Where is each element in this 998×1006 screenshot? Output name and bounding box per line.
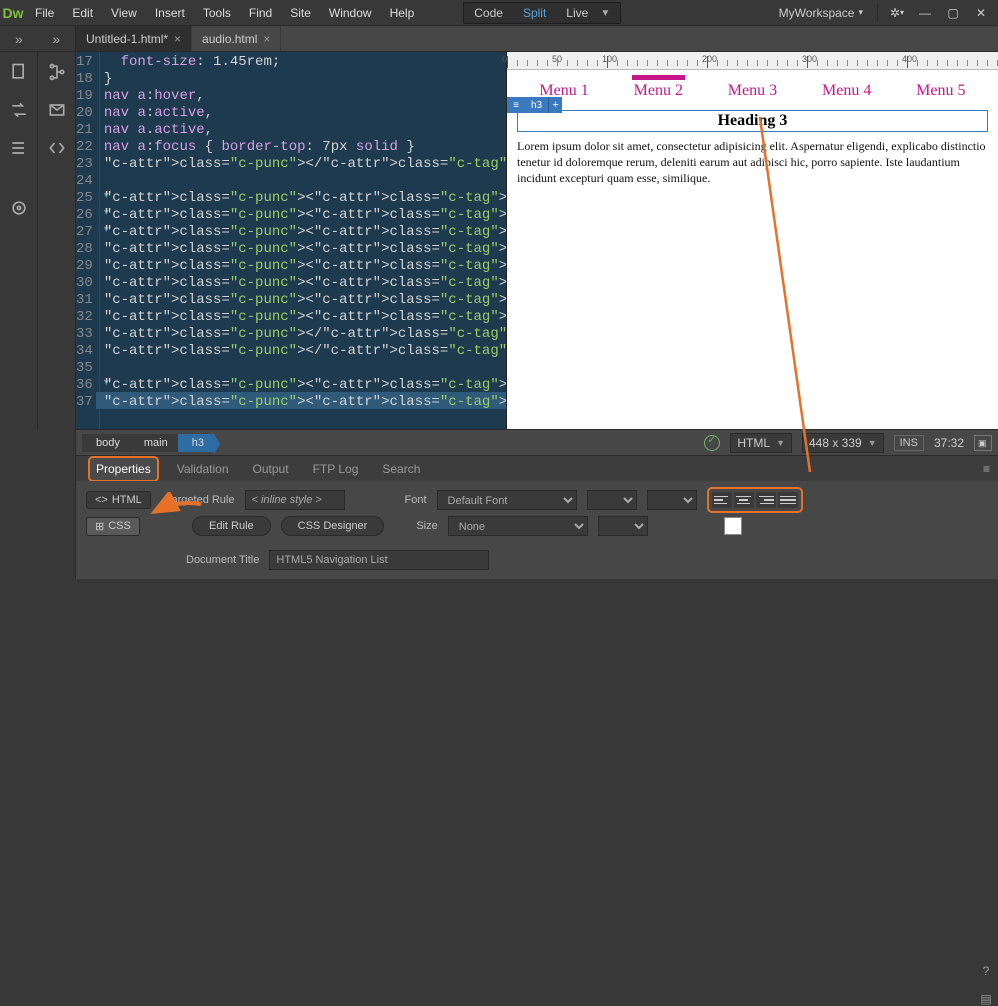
align-center-button[interactable] <box>734 492 754 508</box>
breadcrumb-item[interactable]: body <box>82 434 130 452</box>
font-style-dropdown[interactable] <box>587 490 637 510</box>
font-label: Font <box>405 494 427 506</box>
element-selector-badge[interactable]: ≡ h3 + <box>507 97 562 113</box>
menu-bar: Dw FileEditViewInsertToolsFindSiteWindow… <box>0 0 998 26</box>
sync-settings-icon[interactable]: ✲▾ <box>884 3 910 23</box>
menu-view[interactable]: View <box>102 0 146 26</box>
panel-options-icon[interactable]: ▤ <box>980 992 991 1006</box>
font-weight-dropdown[interactable] <box>647 490 697 510</box>
menu-window[interactable]: Window <box>320 0 381 26</box>
bottom-panel-tabs: PropertiesValidationOutputFTP LogSearch … <box>76 455 998 481</box>
help-icon[interactable]: ? <box>983 964 990 978</box>
view-live[interactable]: Live <box>556 6 598 20</box>
menu-edit[interactable]: Edit <box>63 0 102 26</box>
preview-heading[interactable]: Heading 3 <box>517 110 988 132</box>
panel-tab-ftp-log[interactable]: FTP Log <box>307 458 365 480</box>
insert-mode-indicator[interactable]: INS <box>894 435 924 451</box>
css-designer-button[interactable]: CSS Designer <box>281 516 385 536</box>
align-left-button[interactable] <box>712 492 732 508</box>
status-bar: bodymainh3 HTML▼ 448 x 339▼ INS 37:32 ▣ <box>76 429 998 455</box>
font-size-dropdown[interactable]: None <box>448 516 588 536</box>
menu-tools[interactable]: Tools <box>194 0 240 26</box>
no-errors-icon[interactable] <box>704 435 720 451</box>
breadcrumb-item[interactable]: main <box>130 434 178 452</box>
document-title-label: Document Title <box>186 554 259 566</box>
preview-nav[interactable]: Menu 1Menu 2Menu 3Menu 4Menu 5 <box>517 78 988 110</box>
dom-tree-icon[interactable] <box>47 62 67 82</box>
left-rail-2 <box>38 52 76 429</box>
document-tab[interactable]: audio.html× <box>192 26 281 51</box>
code-editor[interactable]: 1718192021222324252627282930313233343536… <box>76 52 506 429</box>
plus-icon[interactable]: + <box>548 97 562 113</box>
preview-nav-item[interactable]: Menu 4 <box>822 82 871 100</box>
html-mode-button[interactable]: <> HTML <box>86 491 151 509</box>
panel-tab-properties[interactable]: Properties <box>88 456 159 482</box>
color-swatch[interactable] <box>724 517 742 535</box>
list-icon[interactable] <box>9 138 29 158</box>
panel-tab-search[interactable]: Search <box>376 458 426 480</box>
assets-icon[interactable] <box>47 100 67 120</box>
chevron-down-icon: ▾ <box>858 7 863 18</box>
targeted-rule-field[interactable] <box>245 490 345 510</box>
target-icon[interactable] <box>9 198 29 218</box>
app-logo: Dw <box>0 0 26 25</box>
preview-in-browser-icon[interactable]: ▣ <box>974 435 992 451</box>
live-preview[interactable]: 050100200300400 ≡ h3 + Menu 1Menu 2Menu … <box>506 52 998 429</box>
menu-help[interactable]: Help <box>381 0 424 26</box>
files-icon[interactable] <box>9 62 29 82</box>
language-dropdown[interactable]: HTML▼ <box>730 433 792 453</box>
preview-paragraph: Lorem ipsum dolor sit amet, consectetur … <box>517 138 988 187</box>
close-icon[interactable]: × <box>174 32 181 46</box>
edit-rule-button[interactable]: Edit Rule <box>192 516 271 536</box>
main-menu: FileEditViewInsertToolsFindSiteWindowHel… <box>26 0 423 25</box>
tag-selector-breadcrumb[interactable]: bodymainh3 <box>82 434 214 452</box>
breadcrumb-item[interactable]: h3 <box>178 434 214 452</box>
size-unit-dropdown[interactable] <box>598 516 648 536</box>
view-split[interactable]: Split <box>513 6 556 20</box>
swap-icon[interactable] <box>9 100 29 120</box>
hamburger-icon[interactable]: ≡ <box>507 97 525 113</box>
css-mode-button[interactable]: ⊞ CSS <box>86 517 140 536</box>
align-justify-button[interactable] <box>778 492 798 508</box>
workspace-label: MyWorkspace <box>779 6 855 20</box>
view-switch[interactable]: Code Split Live ▼ <box>463 2 621 24</box>
close-button[interactable]: ✕ <box>968 3 994 23</box>
panel-menu-icon[interactable]: ≡ <box>983 462 990 476</box>
size-label: Size <box>416 520 437 532</box>
panel-tab-output[interactable]: Output <box>247 458 295 480</box>
time-indicator: 37:32 <box>934 436 964 450</box>
view-code[interactable]: Code <box>464 6 513 20</box>
panel-tab-validation[interactable]: Validation <box>171 458 235 480</box>
menu-find[interactable]: Find <box>240 0 281 26</box>
targeted-rule-label: Targeted Rule <box>166 494 235 506</box>
properties-panel: <> HTML Targeted Rule Font Default Font … <box>76 481 998 579</box>
document-tab[interactable]: Untitled-1.html*× <box>76 26 192 51</box>
menu-insert[interactable]: Insert <box>146 0 194 26</box>
rail-toggle-icon[interactable]: » <box>38 26 76 51</box>
horizontal-ruler: 050100200300400 <box>507 52 998 70</box>
maximize-button[interactable]: ▢ <box>940 3 966 23</box>
document-title-input[interactable] <box>269 550 489 570</box>
font-family-dropdown[interactable]: Default Font <box>437 490 577 510</box>
selected-element-tag[interactable]: h3 <box>525 97 548 113</box>
minimize-button[interactable]: — <box>912 3 938 23</box>
menu-file[interactable]: File <box>26 0 63 26</box>
menu-site[interactable]: Site <box>281 0 320 26</box>
preview-nav-item[interactable]: Menu 5 <box>916 82 965 100</box>
rail-toggle-icon[interactable]: » <box>0 26 38 51</box>
preview-nav-item[interactable]: Menu 2 <box>634 82 683 100</box>
document-tabs-row: » » Untitled-1.html*×audio.html× <box>0 26 998 52</box>
chevron-down-icon[interactable]: ▼ <box>598 8 620 19</box>
text-align-group <box>707 487 803 513</box>
left-rail-1 <box>0 52 38 429</box>
close-icon[interactable]: × <box>263 32 270 46</box>
workspace-switcher[interactable]: MyWorkspace ▾ <box>771 6 871 20</box>
align-right-button[interactable] <box>756 492 776 508</box>
preview-nav-item[interactable]: Menu 3 <box>728 82 777 100</box>
viewport-size-dropdown[interactable]: 448 x 339▼ <box>802 433 884 453</box>
code-brackets-icon[interactable] <box>47 138 67 158</box>
